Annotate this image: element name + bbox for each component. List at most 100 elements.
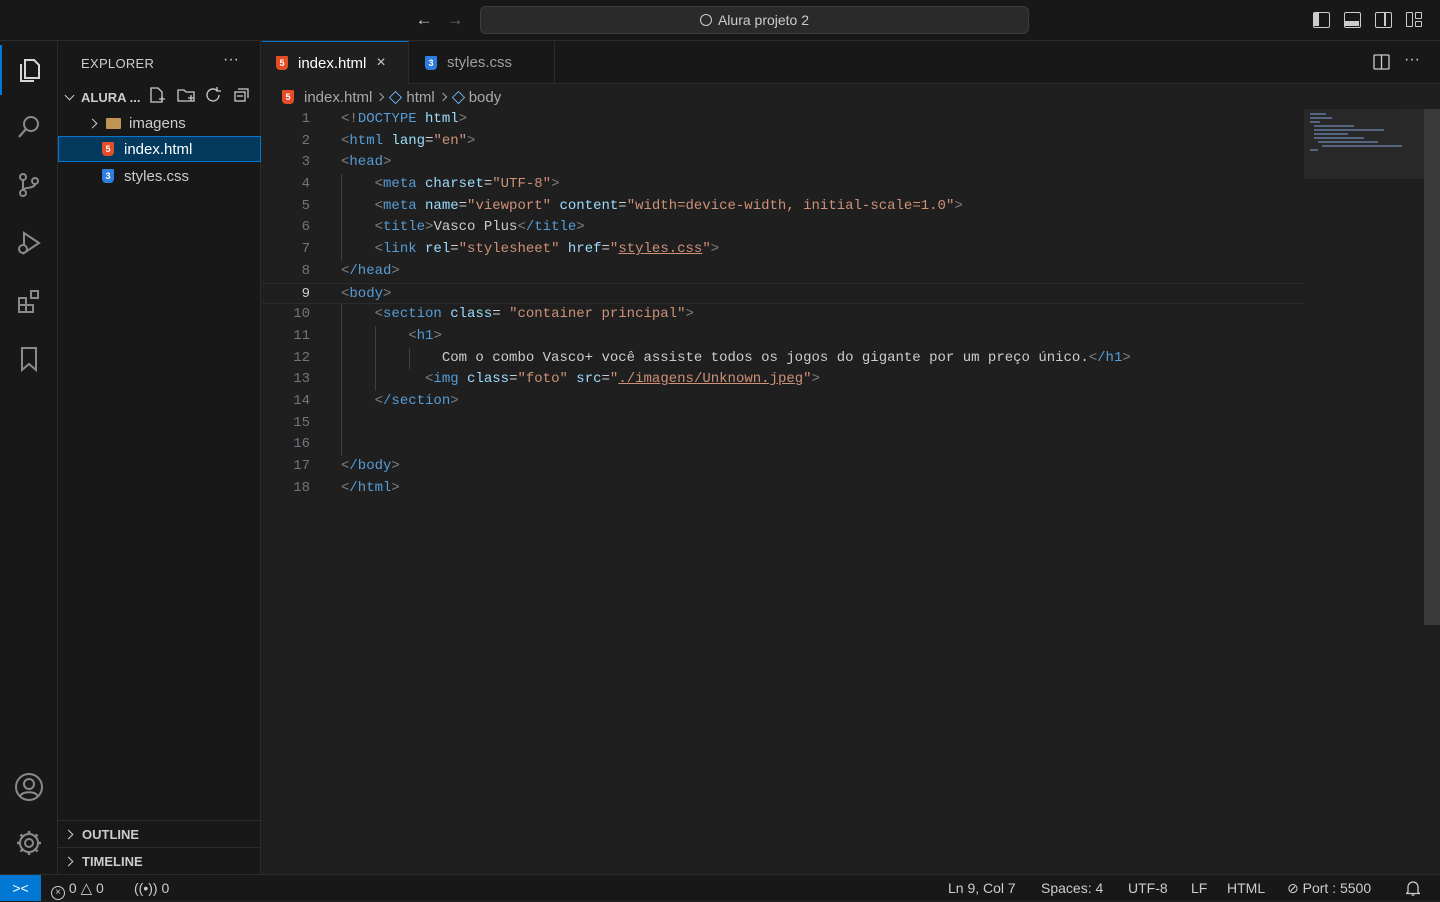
source-control-icon[interactable] xyxy=(0,160,58,210)
code-line: 11 <h1> xyxy=(262,325,1304,348)
explorer-icon[interactable] xyxy=(0,45,58,95)
new-file-icon[interactable] xyxy=(148,86,168,104)
code-line: 7 <link rel="stylesheet" href="styles.cs… xyxy=(262,239,1304,261)
line-number: 17 xyxy=(293,458,310,474)
line-number: 3 xyxy=(301,154,310,171)
breadcrumb-html[interactable]: html xyxy=(406,89,434,106)
tab-bar: 5 index.html × 3 styles.css ··· xyxy=(262,41,1440,84)
more-actions-icon[interactable]: ··· xyxy=(223,51,239,69)
code-line: 12 Com o combo Vasco+ você assiste todos… xyxy=(262,347,1304,370)
tree-item-label: imagens xyxy=(129,114,186,132)
css3-file-icon: 3 xyxy=(102,169,114,183)
line-number: 7 xyxy=(301,241,310,258)
timeline-label: TIMELINE xyxy=(82,853,143,869)
prohibited-icon: ⊘ xyxy=(1287,880,1299,896)
extensions-icon[interactable] xyxy=(0,276,58,326)
minimap[interactable] xyxy=(1304,109,1424,179)
chevron-right-icon xyxy=(87,118,98,128)
tab-styles-css[interactable]: 3 styles.css xyxy=(409,41,555,84)
toggle-secondary-sidebar-icon[interactable] xyxy=(1375,12,1392,28)
code-line: 18 </html> xyxy=(262,478,1304,500)
line-number: 9 xyxy=(301,285,310,302)
refresh-icon[interactable] xyxy=(204,86,224,104)
breadcrumb-body[interactable]: body xyxy=(469,89,502,106)
tab-label: styles.css xyxy=(447,54,513,71)
cursor-position[interactable]: Ln 9, Col 7 xyxy=(948,875,1016,901)
line-number: 5 xyxy=(301,197,310,214)
toggle-primary-sidebar-icon[interactable] xyxy=(1313,12,1330,28)
tab-index-html[interactable]: 5 index.html × xyxy=(262,41,409,84)
collapse-all-icon[interactable] xyxy=(232,86,252,104)
timeline-section[interactable]: TIMELINE xyxy=(58,847,261,874)
line-number: 4 xyxy=(301,176,310,193)
code-line: 6 <title>Vasco Plus</title> xyxy=(262,217,1304,240)
tree-item-label: styles.css xyxy=(124,167,190,185)
outline-section[interactable]: OUTLINE xyxy=(58,820,261,847)
folder-icon xyxy=(106,117,121,129)
close-icon[interactable]: × xyxy=(376,54,385,72)
bookmarks-icon[interactable] xyxy=(0,334,58,384)
notifications-bell-icon[interactable] xyxy=(1404,875,1422,901)
toggle-panel-icon[interactable] xyxy=(1344,12,1361,28)
line-number: 15 xyxy=(293,414,310,431)
html5-file-icon: 5 xyxy=(102,142,114,156)
tree-file-index-html[interactable]: 5 index.html xyxy=(58,136,261,162)
run-debug-icon[interactable] xyxy=(0,218,58,268)
tree-folder-imagens[interactable]: imagens xyxy=(58,110,261,136)
split-editor-icon[interactable] xyxy=(1373,54,1390,70)
new-folder-icon[interactable] xyxy=(176,86,196,104)
code-line: 16 xyxy=(262,434,1304,456)
live-server-port[interactable]: ⊘ Port : 5500 xyxy=(1287,875,1371,901)
command-center-label: Alura projeto 2 xyxy=(717,12,810,28)
chevron-right-icon xyxy=(376,92,385,102)
customize-layout-icon[interactable] xyxy=(1406,12,1423,28)
activity-bar xyxy=(0,41,58,874)
tree-item-label: index.html xyxy=(124,140,193,158)
settings-gear-icon[interactable] xyxy=(0,818,58,868)
code-line: 1 <!DOCTYPE html> xyxy=(262,109,1304,131)
code-line: 3 <head> xyxy=(262,152,1304,174)
explorer-sidebar: EXPLORER ··· ALURA ... imagens 5 index.h… xyxy=(58,41,261,874)
code-line: 15 xyxy=(262,412,1304,435)
line-number: 11 xyxy=(293,327,310,344)
image-src-link[interactable]: ./imagens/Unknown.jpeg xyxy=(618,371,803,387)
line-number: 1 xyxy=(301,111,310,127)
remote-indicator-icon[interactable]: >< xyxy=(0,875,41,901)
line-number: 16 xyxy=(293,436,310,453)
code-editor[interactable]: 1 <!DOCTYPE html> 2 <html lang="en"> 3 <hea… xyxy=(262,109,1304,499)
problems-indicator[interactable]: × 0 △ 0 xyxy=(51,875,104,901)
ports-indicator[interactable]: ((•)) 0 xyxy=(134,875,169,901)
code-line: 8 </head> xyxy=(262,261,1304,283)
code-line: 5 <meta name="viewport" content="width=d… xyxy=(262,195,1304,218)
symbol-element-icon xyxy=(389,90,403,104)
chevron-right-icon xyxy=(63,829,74,839)
outline-label: OUTLINE xyxy=(82,826,140,842)
vertical-scrollbar[interactable] xyxy=(1424,109,1440,625)
explorer-title: EXPLORER xyxy=(81,56,155,71)
error-icon: × xyxy=(51,886,65,900)
forward-arrow-icon[interactable]: → xyxy=(445,10,465,30)
indentation-setting[interactable]: Spaces: 4 xyxy=(1041,875,1103,901)
search-icon xyxy=(699,14,712,26)
breadcrumb: 5 index.html html body xyxy=(282,87,501,107)
code-line: 14 </section> xyxy=(262,390,1304,413)
line-number: 12 xyxy=(293,349,310,366)
title-bar: ← → Alura projeto 2 xyxy=(0,0,1440,41)
code-line: 2 <html lang="en"> xyxy=(262,131,1304,153)
search-icon[interactable] xyxy=(0,102,58,152)
broadcast-icon: ((•)) xyxy=(134,880,158,896)
eol-setting[interactable]: LF xyxy=(1191,875,1207,901)
back-arrow-icon[interactable]: ← xyxy=(414,10,434,30)
folder-actions xyxy=(148,86,252,104)
breadcrumb-file[interactable]: index.html xyxy=(304,89,372,106)
line-number: 14 xyxy=(293,392,310,409)
line-number: 10 xyxy=(293,306,310,323)
folder-header[interactable]: ALURA ... xyxy=(58,86,261,108)
encoding-setting[interactable]: UTF-8 xyxy=(1128,875,1168,901)
stylesheet-link[interactable]: styles.css xyxy=(618,241,702,257)
account-icon[interactable] xyxy=(0,762,58,812)
command-center-search[interactable]: Alura projeto 2 xyxy=(480,6,1029,34)
language-mode[interactable]: HTML xyxy=(1227,875,1265,901)
editor-more-actions-icon[interactable]: ··· xyxy=(1404,51,1420,69)
tree-file-styles-css[interactable]: 3 styles.css xyxy=(58,163,261,189)
